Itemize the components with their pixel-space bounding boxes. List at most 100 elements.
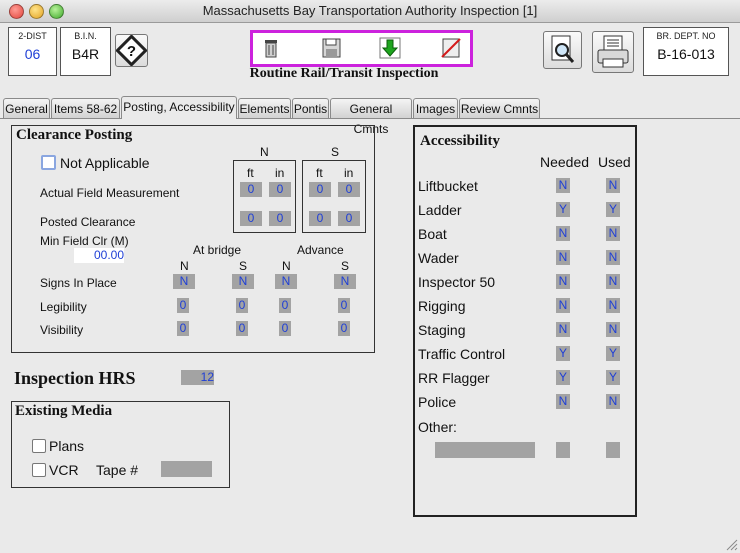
needed-liftbucket-field[interactable]: N: [556, 178, 570, 193]
other-needed-field[interactable]: [556, 442, 570, 458]
access-label-police: Police: [418, 394, 457, 410]
not-applicable-checkbox[interactable]: [41, 155, 56, 170]
needed-traffic-control-field[interactable]: Y: [556, 346, 570, 361]
used-staging-field[interactable]: N: [606, 322, 620, 337]
tab-divider: [0, 118, 740, 119]
tab-general-cmnts[interactable]: General Cmnts: [330, 98, 412, 136]
signs-south-advance-field[interactable]: N: [334, 274, 356, 289]
tape-label: Tape #: [96, 462, 139, 478]
plans-checkbox[interactable]: [32, 439, 46, 453]
print-button[interactable]: [592, 31, 634, 73]
posted-south-in-field[interactable]: 0: [338, 211, 360, 226]
legibility-south-advance-field[interactable]: 0: [338, 298, 350, 313]
record-toolbar: [250, 30, 473, 67]
delete-record-button[interactable]: [258, 35, 284, 61]
needed-wader-field[interactable]: N: [556, 250, 570, 265]
south-header: S: [331, 145, 340, 159]
visibility-label: Visibility: [40, 323, 84, 337]
actual-south-ft-field[interactable]: 0: [309, 182, 331, 197]
posted-north-ft-field[interactable]: 0: [240, 211, 262, 226]
min-field-clr-input[interactable]: 00.00: [74, 248, 124, 263]
actual-north-in-field[interactable]: 0: [269, 182, 291, 197]
col-north-bridge: N: [180, 259, 189, 273]
north-in-label: in: [275, 166, 285, 180]
actual-field-label: Actual Field Measurement: [40, 186, 180, 200]
legibility-north-advance-field[interactable]: 0: [279, 298, 291, 313]
bin-value[interactable]: B4R: [61, 46, 110, 62]
dept-value[interactable]: B-16-013: [644, 46, 728, 62]
legibility-label: Legibility: [40, 300, 87, 314]
legibility-north-bridge-field[interactable]: 0: [177, 298, 189, 313]
needed-rr-flagger-field[interactable]: Y: [556, 370, 570, 385]
tab-images[interactable]: Images: [413, 98, 458, 118]
save-record-button[interactable]: [318, 35, 344, 61]
needed-boat-field[interactable]: N: [556, 226, 570, 241]
needed-staging-field[interactable]: N: [556, 322, 570, 337]
other-label: Other:: [418, 419, 457, 435]
used-ladder-field[interactable]: Y: [606, 202, 620, 217]
find-record-button[interactable]: [543, 31, 582, 69]
access-label-staging: Staging: [418, 322, 466, 338]
visibility-north-bridge-field[interactable]: 0: [177, 321, 189, 336]
col-north-advance: N: [282, 259, 291, 273]
needed-inspector-50-field[interactable]: N: [556, 274, 570, 289]
actual-north-ft-field[interactable]: 0: [240, 182, 262, 197]
tab-elements[interactable]: Elements: [238, 98, 291, 118]
used-inspector-50-field[interactable]: N: [606, 274, 620, 289]
posted-clearance-label: Posted Clearance: [40, 215, 136, 229]
tape-number-field[interactable]: [161, 461, 212, 477]
used-police-field[interactable]: N: [606, 394, 620, 409]
tab-posting-accessibility[interactable]: Posting, Accessibility: [121, 96, 237, 119]
vcr-checkbox[interactable]: [32, 463, 46, 477]
min-field-clr-label: Min Field Clr (M): [40, 234, 129, 248]
inspection-hrs-field[interactable]: 12: [181, 370, 214, 385]
tab-review-cmnts[interactable]: Review Cmnts: [459, 98, 540, 118]
access-label-wader: Wader: [418, 250, 459, 266]
bin-box: B.I.N. B4R: [60, 27, 111, 76]
help-button[interactable]: ?: [115, 34, 148, 67]
used-rr-flagger-field[interactable]: Y: [606, 370, 620, 385]
needed-police-field[interactable]: N: [556, 394, 570, 409]
needed-rigging-field[interactable]: N: [556, 298, 570, 313]
used-wader-field[interactable]: N: [606, 250, 620, 265]
used-boat-field[interactable]: N: [606, 226, 620, 241]
not-applicable-label: Not Applicable: [60, 155, 150, 171]
inspection-hrs-label: Inspection HRS: [14, 368, 136, 388]
cancel-edit-button[interactable]: [438, 35, 464, 61]
window-title: Massachusetts Bay Transportation Authori…: [202, 3, 538, 18]
advance-label: Advance: [297, 243, 344, 257]
tab-items-58-62[interactable]: Items 58-62: [51, 98, 120, 118]
north-ft-label: ft: [247, 166, 254, 180]
needed-header: Needed: [540, 154, 590, 170]
existing-media-title: Existing Media: [15, 403, 113, 419]
no-entry-icon: [441, 38, 461, 58]
used-traffic-control-field[interactable]: Y: [606, 346, 620, 361]
visibility-south-advance-field[interactable]: 0: [338, 321, 350, 336]
visibility-south-bridge-field[interactable]: 0: [236, 321, 248, 336]
dept-label: BR. DEPT. NO: [656, 31, 716, 41]
used-rigging-field[interactable]: N: [606, 298, 620, 313]
form-title: Routine Rail/Transit Inspection: [249, 66, 439, 81]
resize-grip-icon[interactable]: [724, 537, 738, 551]
other-description-field[interactable]: [435, 442, 535, 458]
used-header: Used: [598, 154, 631, 170]
next-record-button[interactable]: [377, 35, 403, 61]
posted-north-in-field[interactable]: 0: [269, 211, 291, 226]
col-south-advance: S: [341, 259, 350, 273]
visibility-north-advance-field[interactable]: 0: [279, 321, 291, 336]
signs-north-advance-field[interactable]: N: [275, 274, 297, 289]
other-used-field[interactable]: [606, 442, 620, 458]
signs-south-bridge-field[interactable]: N: [232, 274, 254, 289]
access-label-inspector-50: Inspector 50: [418, 274, 496, 290]
needed-ladder-field[interactable]: Y: [556, 202, 570, 217]
legibility-south-bridge-field[interactable]: 0: [236, 298, 248, 313]
dist-value[interactable]: 06: [9, 46, 56, 62]
used-liftbucket-field[interactable]: N: [606, 178, 620, 193]
arrow-down-icon: [379, 37, 401, 59]
posted-south-ft-field[interactable]: 0: [309, 211, 331, 226]
tab-pontis[interactable]: Pontis: [292, 98, 329, 118]
tab-general[interactable]: General: [3, 98, 50, 118]
actual-south-in-field[interactable]: 0: [338, 182, 360, 197]
printer-icon: [597, 35, 629, 68]
signs-north-bridge-field[interactable]: N: [173, 274, 195, 289]
